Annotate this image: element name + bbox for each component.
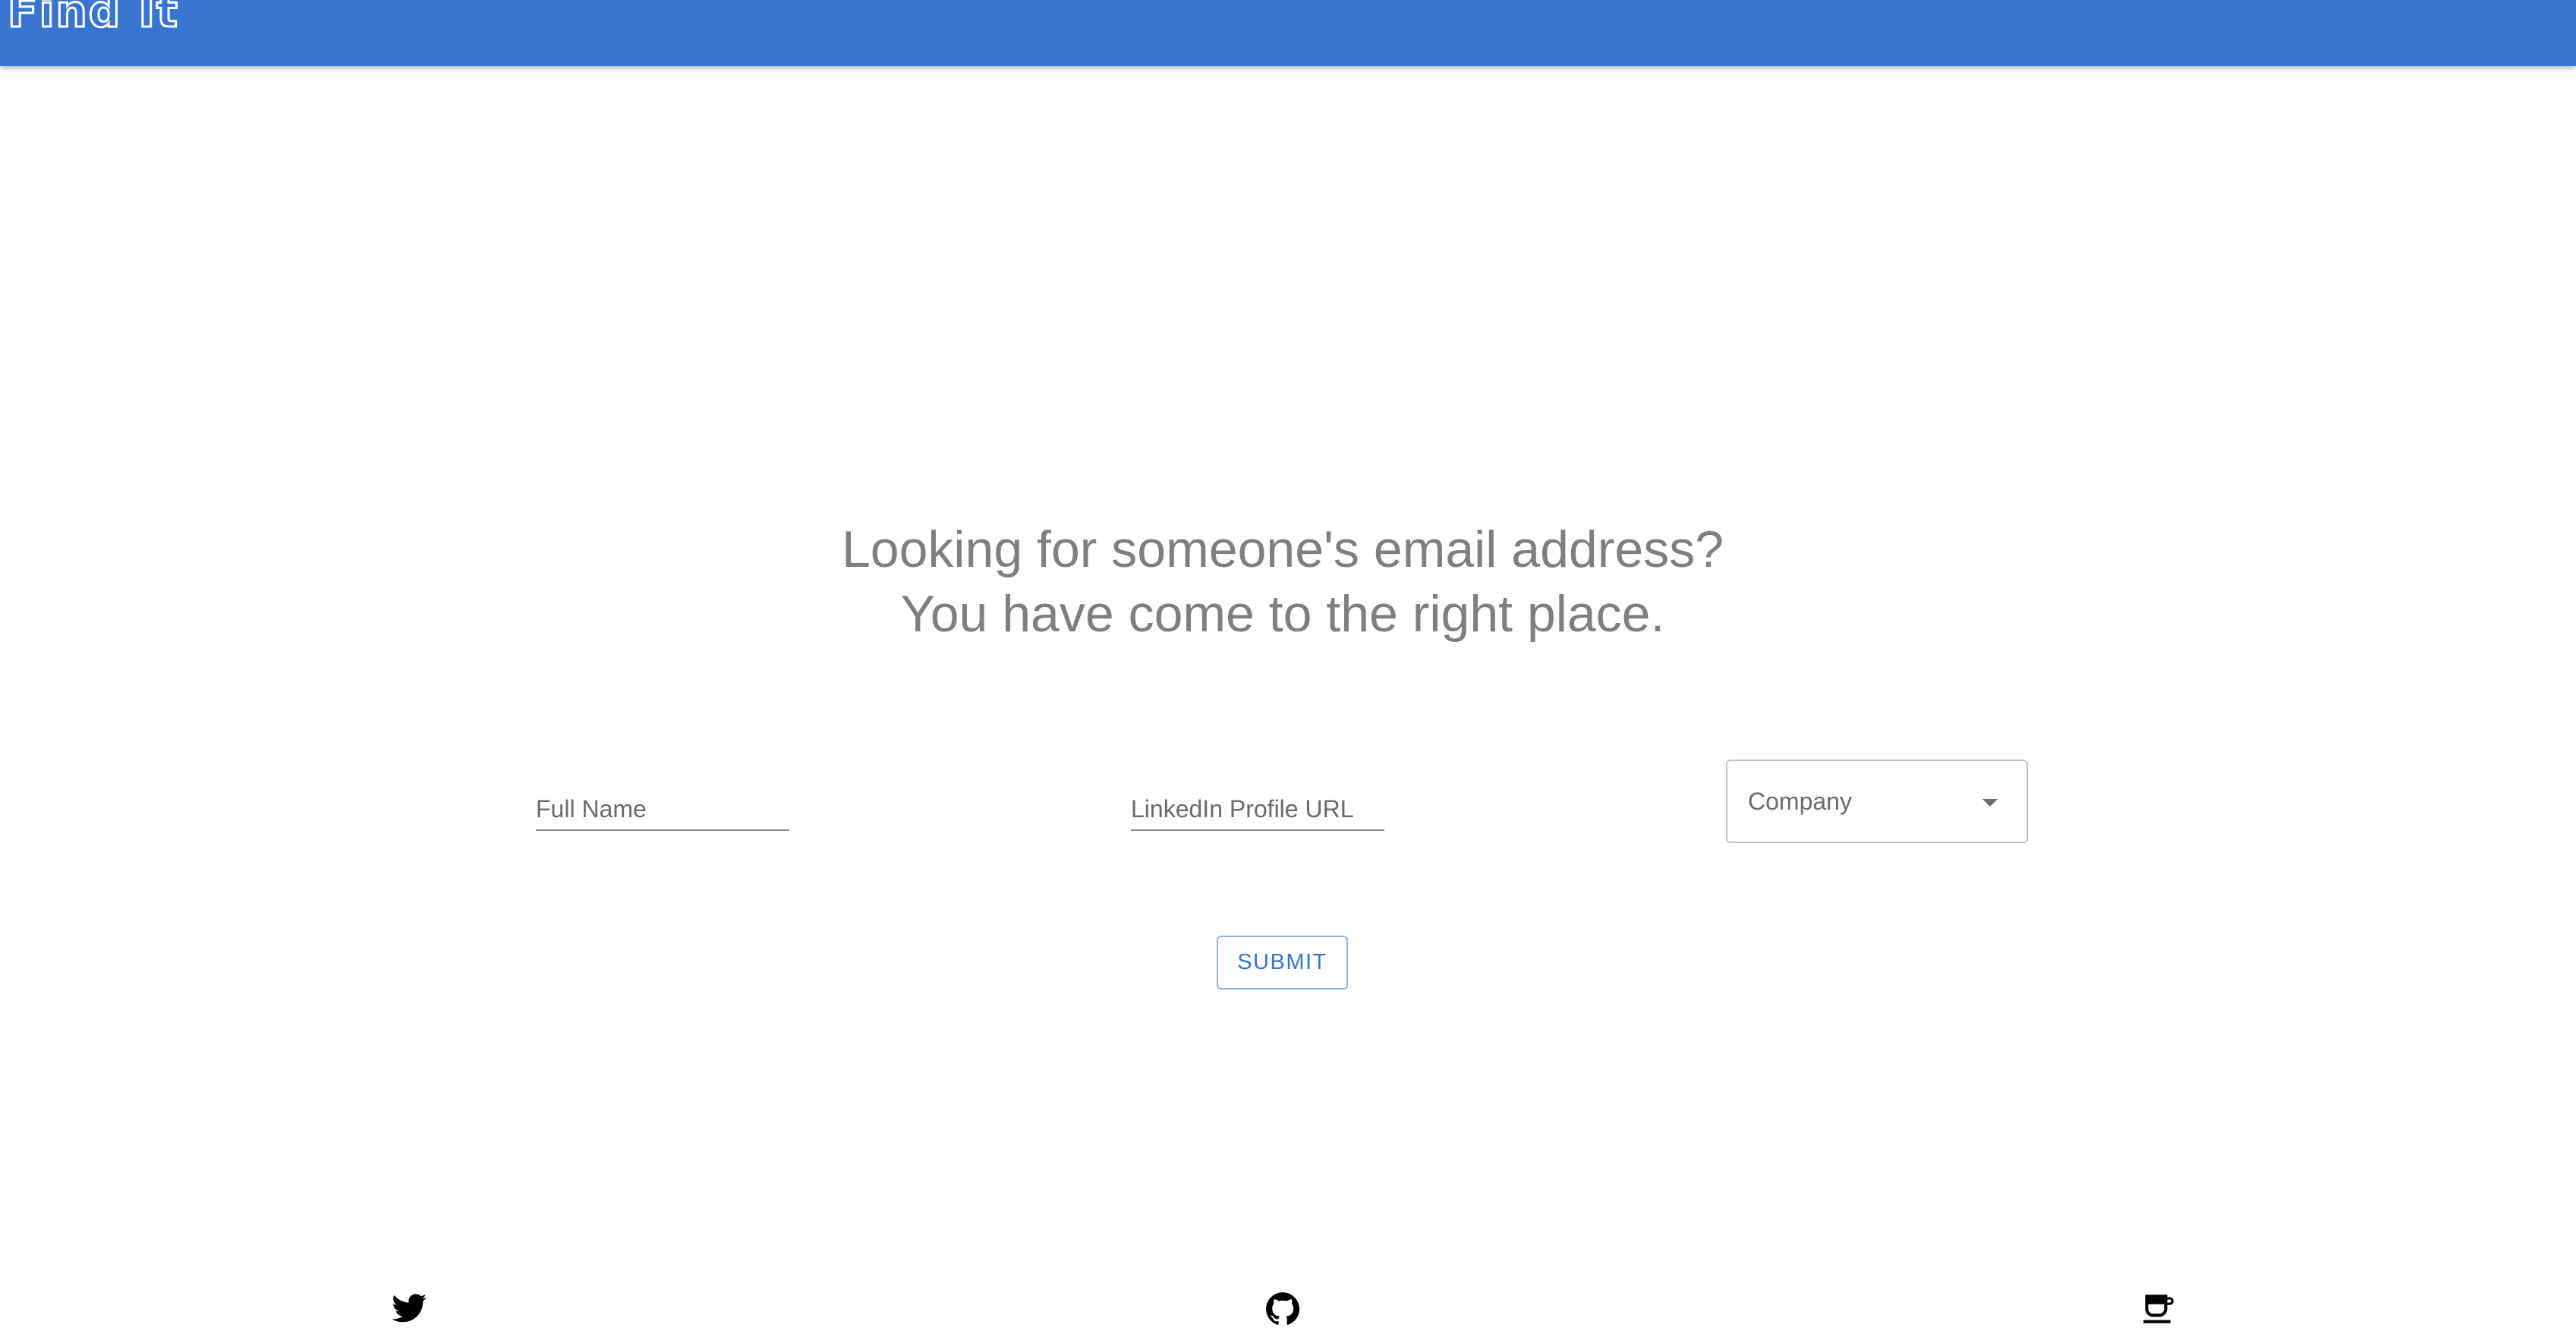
hero-heading: Looking for someone's email address? You…	[0, 518, 2565, 647]
dropdown-arrow-icon	[1982, 799, 1998, 807]
full-name-field[interactable]: Full Name	[536, 784, 789, 831]
github-link[interactable]	[1264, 1290, 1302, 1328]
hero-line-2: You have come to the right place.	[900, 585, 1665, 643]
hero-line-1: Looking for someone's email address?	[841, 521, 1724, 578]
brand-logo[interactable]: Find It	[7, 0, 179, 35]
buy-me-a-coffee-link[interactable]	[2139, 1290, 2177, 1328]
github-icon	[1264, 1290, 1302, 1328]
app-bar: Find It	[0, 0, 2576, 66]
twitter-link[interactable]	[390, 1290, 428, 1328]
full-name-underline	[536, 829, 789, 831]
linkedin-url-field[interactable]: LinkedIn Profile URL	[1131, 784, 1384, 831]
company-select[interactable]: Company	[1726, 760, 2028, 843]
linkedin-url-placeholder: LinkedIn Profile URL	[1131, 795, 1354, 823]
coffee-cup-icon	[2139, 1290, 2177, 1328]
company-select-label: Company	[1748, 788, 1852, 815]
linkedin-url-underline	[1131, 829, 1384, 831]
submit-button[interactable]: SUBMIT	[1217, 936, 1348, 989]
full-name-placeholder: Full Name	[536, 795, 647, 823]
twitter-icon	[390, 1290, 428, 1328]
